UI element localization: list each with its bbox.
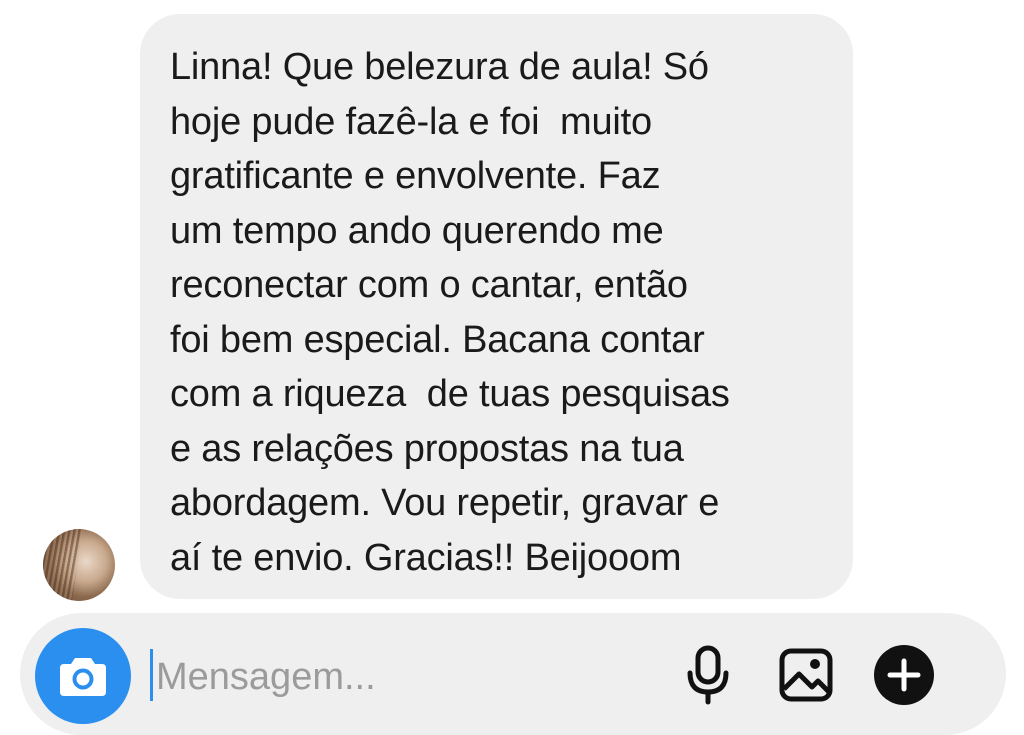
avatar-photo bbox=[43, 529, 83, 601]
more-options-button[interactable] bbox=[872, 643, 936, 707]
gallery-button[interactable] bbox=[774, 643, 838, 707]
chat-thread: Linna! Que belezura de aula! Só hoje pud… bbox=[0, 0, 1024, 612]
sender-avatar[interactable] bbox=[43, 529, 115, 601]
microphone-icon bbox=[687, 645, 729, 705]
message-text: Linna! Que belezura de aula! Só hoje pud… bbox=[170, 46, 730, 579]
message-input[interactable]: Mensagem... bbox=[156, 651, 376, 703]
camera-button[interactable] bbox=[35, 628, 131, 724]
voice-message-button[interactable] bbox=[676, 643, 740, 707]
message-composer: Mensagem... bbox=[20, 613, 1006, 735]
camera-icon bbox=[60, 658, 106, 696]
message-bubble[interactable]: Linna! Que belezura de aula! Só hoje pud… bbox=[140, 14, 853, 599]
plus-icon bbox=[874, 645, 934, 705]
image-icon bbox=[779, 648, 833, 702]
text-caret bbox=[150, 649, 153, 701]
